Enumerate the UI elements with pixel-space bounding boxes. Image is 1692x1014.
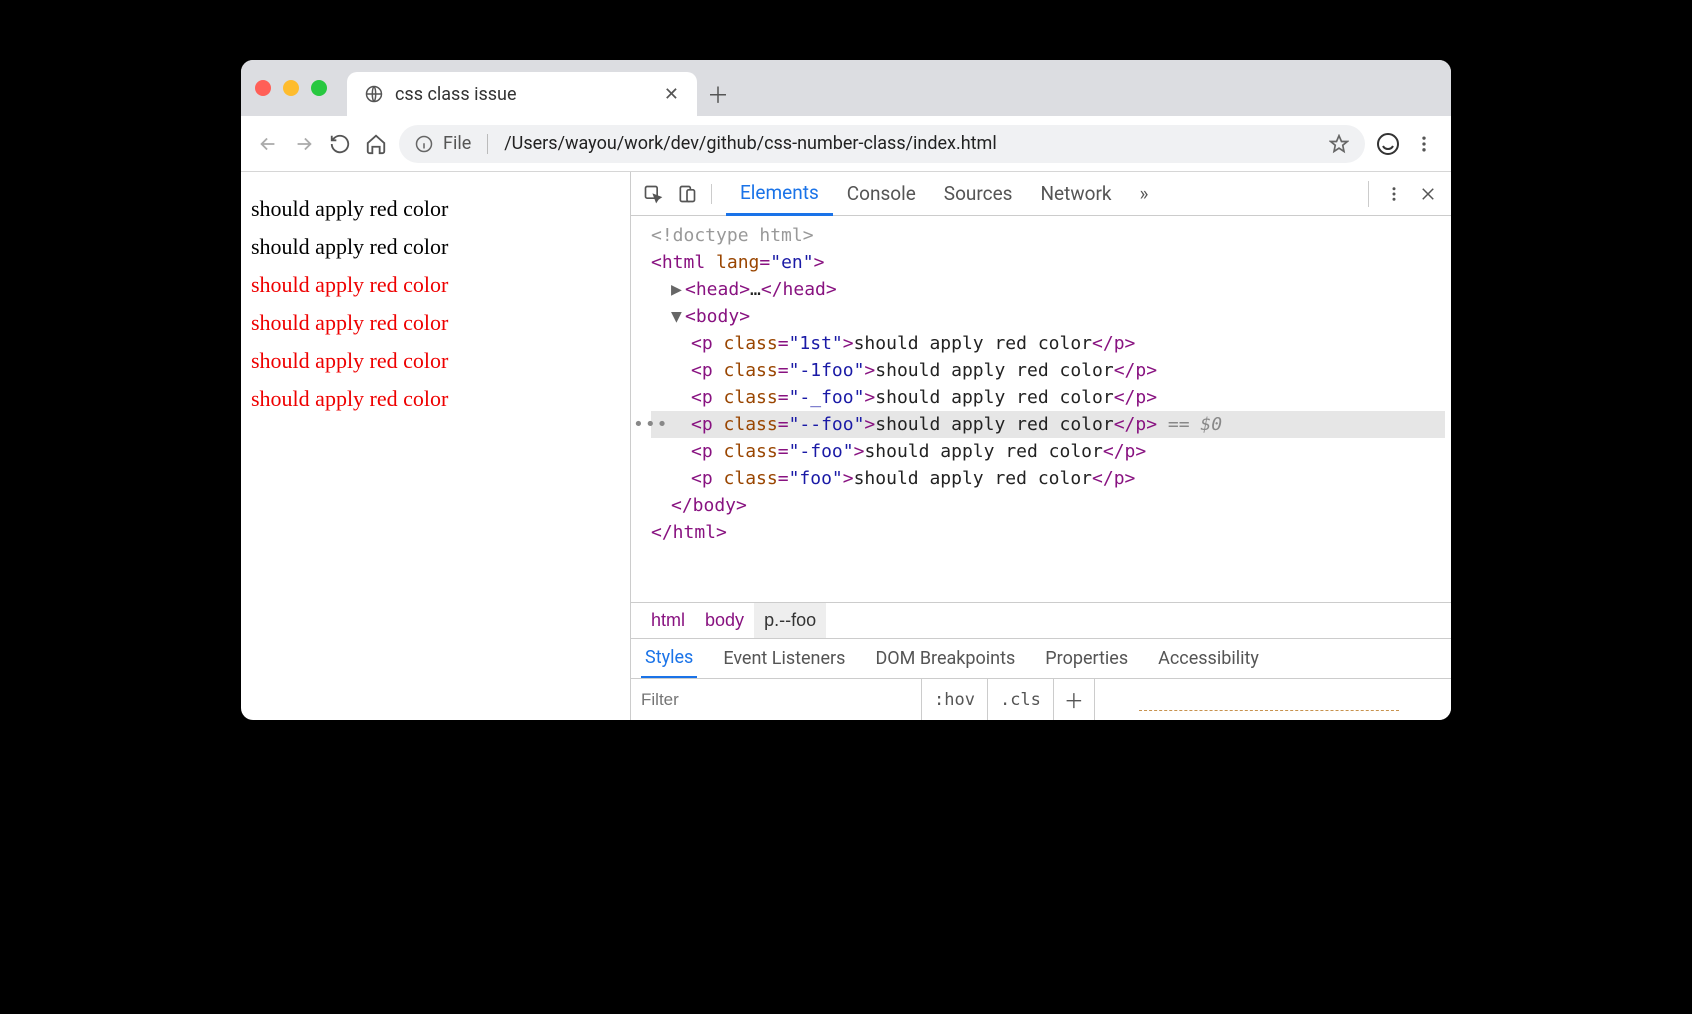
styles-tabbar: Styles Event Listeners DOM Breakpoints Prop…: [631, 638, 1451, 678]
cls-toggle[interactable]: .cls: [987, 679, 1053, 720]
devtools-tab-sources[interactable]: Sources: [930, 172, 1027, 215]
close-window-button[interactable]: [255, 80, 271, 96]
dom-row[interactable]: <!doctype html>: [651, 222, 1445, 249]
devtools-tabbar-separator: [1368, 181, 1369, 207]
device-toolbar-icon[interactable]: [677, 184, 697, 204]
breadcrumb-item[interactable]: html: [641, 603, 695, 638]
globe-icon: [365, 85, 383, 103]
window-controls: [255, 80, 327, 96]
devtools-overflow-icon[interactable]: »: [1126, 172, 1163, 215]
styles-tab-styles[interactable]: Styles: [641, 640, 697, 679]
maximize-window-button[interactable]: [311, 80, 327, 96]
dom-row[interactable]: ▶<head>…</head>: [651, 276, 1445, 303]
dom-row[interactable]: ▼<body>: [651, 303, 1445, 330]
dom-row[interactable]: <html lang="en">: [651, 249, 1445, 276]
page-info-icon[interactable]: [415, 135, 433, 153]
devtools-tabbar: ElementsConsoleSourcesNetwork »: [631, 172, 1451, 216]
styles-tab-accessibility[interactable]: Accessibility: [1154, 639, 1263, 678]
omnibox-divider: [487, 134, 488, 154]
profile-avatar-icon[interactable]: [1375, 131, 1401, 157]
bookmark-icon[interactable]: [1329, 134, 1349, 154]
browser-window: css class issue ✕ ＋ File /Users/wayou/wo…: [241, 60, 1451, 720]
breadcrumb-item[interactable]: body: [695, 603, 754, 638]
address-bar[interactable]: File /Users/wayou/work/dev/github/css-nu…: [399, 125, 1365, 163]
breadcrumb-item[interactable]: p.--foo: [754, 603, 826, 638]
dom-row[interactable]: </html>: [651, 519, 1445, 546]
rendered-page: should apply red color should apply red c…: [241, 172, 631, 720]
box-model-preview-edge: [1139, 710, 1399, 716]
page-paragraph: should apply red color: [251, 272, 620, 298]
page-paragraph: should apply red color: [251, 234, 620, 260]
devtools-menu-icon[interactable]: [1385, 185, 1403, 203]
dom-row[interactable]: •••<p class="--foo">should apply red col…: [651, 411, 1445, 438]
home-button[interactable]: [363, 131, 389, 157]
new-tab-button[interactable]: ＋: [697, 72, 739, 116]
dom-row[interactable]: </body>: [651, 492, 1445, 519]
dom-row[interactable]: <p class="-_foo">should apply red color<…: [651, 384, 1445, 411]
reload-button[interactable]: [327, 131, 353, 157]
url-scheme-label: File: [443, 133, 471, 154]
styles-filter-input[interactable]: [631, 679, 921, 720]
devtools-tab-elements[interactable]: Elements: [726, 173, 833, 216]
forward-button[interactable]: [291, 131, 317, 157]
content-area: should apply red color should apply red c…: [241, 172, 1451, 720]
back-button[interactable]: [255, 131, 281, 157]
devtools-tab-network[interactable]: Network: [1026, 172, 1125, 215]
menu-icon[interactable]: [1411, 131, 1437, 157]
dom-row[interactable]: <p class="foo">should apply red color</p…: [651, 465, 1445, 492]
hov-toggle[interactable]: :hov: [921, 679, 987, 720]
browser-tab[interactable]: css class issue ✕: [347, 72, 697, 116]
dom-tree[interactable]: <!doctype html><html lang="en">▶<head>…<…: [631, 216, 1451, 602]
dom-breadcrumb: htmlbodyp.--foo: [631, 602, 1451, 638]
dom-row[interactable]: <p class="-foo">should apply red color</…: [651, 438, 1445, 465]
tab-strip: css class issue ✕ ＋: [241, 60, 1451, 116]
page-paragraph: should apply red color: [251, 348, 620, 374]
styles-tab-dom-breakpoints[interactable]: DOM Breakpoints: [871, 639, 1019, 678]
minimize-window-button[interactable]: [283, 80, 299, 96]
dom-row[interactable]: <p class="-1foo">should apply red color<…: [651, 357, 1445, 384]
devtools-tab-console[interactable]: Console: [833, 172, 930, 215]
close-tab-icon[interactable]: ✕: [664, 84, 679, 105]
styles-filter-bar: :hov .cls ＋: [631, 678, 1451, 720]
styles-tab-event-listeners[interactable]: Event Listeners: [719, 639, 849, 678]
page-paragraph: should apply red color: [251, 386, 620, 412]
dom-row[interactable]: <p class="1st">should apply red color</p…: [651, 330, 1445, 357]
devtools-panel: ElementsConsoleSourcesNetwork » <!doctyp…: [631, 172, 1451, 720]
page-paragraph: should apply red color: [251, 196, 620, 222]
devtools-close-icon[interactable]: [1419, 185, 1437, 203]
styles-tab-properties[interactable]: Properties: [1041, 639, 1132, 678]
url-path: /Users/wayou/work/dev/github/css-number-…: [504, 133, 1319, 154]
page-paragraph: should apply red color: [251, 310, 620, 336]
new-style-rule-button[interactable]: ＋: [1053, 679, 1095, 720]
inspect-element-icon[interactable]: [643, 184, 663, 204]
tab-title: css class issue: [395, 84, 517, 105]
toolbar: File /Users/wayou/work/dev/github/css-nu…: [241, 116, 1451, 172]
